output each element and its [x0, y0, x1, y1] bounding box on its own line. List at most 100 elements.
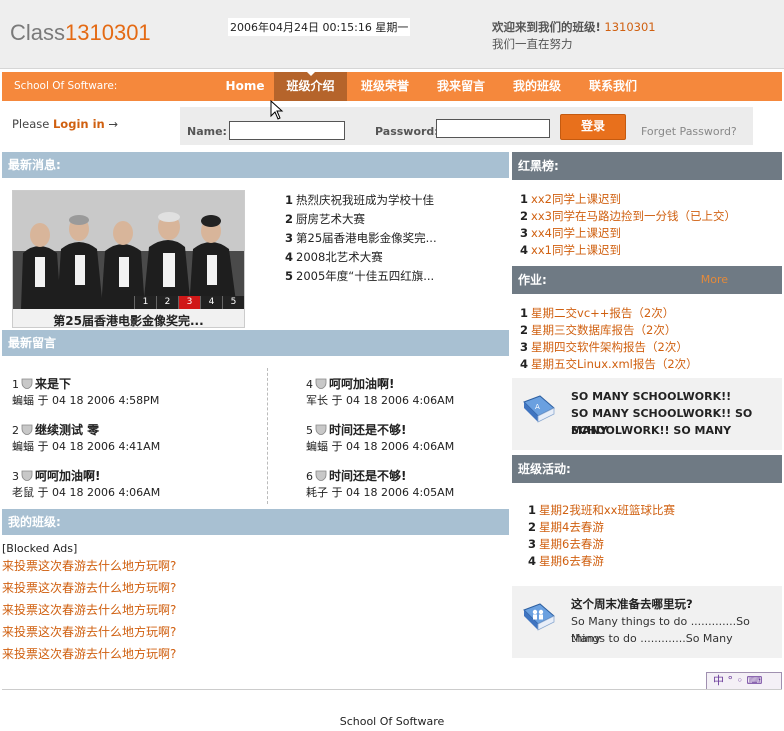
pager-item-1[interactable]: 1 — [134, 296, 156, 309]
myclass-link[interactable]: 来投票这次春游去什么地方玩啊? — [2, 601, 176, 618]
activity-num: 3 — [528, 537, 537, 551]
news-item[interactable]: 5 2005年度“十佳五四红旗... — [285, 267, 437, 286]
message-time: 04 18 2006 4:06AM — [346, 440, 455, 453]
activity-item[interactable]: 4 星期6去春游 — [528, 553, 675, 570]
activity-promo-title: 这个周末准备去哪里玩? — [571, 597, 693, 611]
news-text: 热烈庆祝我班成为学校十佳 — [296, 193, 435, 207]
name-input[interactable] — [229, 121, 345, 140]
message-time: 04 18 2006 4:05AM — [346, 486, 455, 499]
nav-class-honor[interactable]: 班级荣誉 — [350, 72, 420, 101]
pager-item-2[interactable]: 2 — [156, 296, 178, 309]
news-item[interactable]: 2 厨房艺术大赛 — [285, 210, 437, 229]
myclass-link[interactable]: 来投票这次春游去什么地方玩啊? — [2, 557, 176, 574]
nav-my-class[interactable]: 我的班级 — [502, 72, 572, 101]
message-item[interactable]: 4 呵呵加油啊! 军长 于 04 18 2006 4:06AM — [306, 376, 454, 409]
activity-list: 1 星期2我班和xx班篮球比赛 2 星期4去春游 3 星期6去春游 4 星期6去春游 — [528, 502, 675, 570]
message-num: 6 — [306, 470, 313, 483]
message-time: 04 18 2006 4:06AM — [346, 394, 455, 407]
password-input[interactable] — [436, 119, 550, 138]
honor-item[interactable]: 2 xx3同学在马路边捡到一分钱（已上交） — [520, 208, 736, 225]
myclass-header: 我的班级: — [2, 509, 509, 535]
message-item[interactable]: 3 呵呵加油啊! 老鼠 于 04 18 2006 4:06AM — [12, 468, 160, 501]
please-text: Please — [12, 117, 50, 131]
message-sep: 于 — [37, 486, 49, 499]
welcome-block: 欢迎来到我们的班级! 1310301 我们一直在努力 — [492, 19, 656, 53]
nav-contact-us[interactable]: 联系我们 — [578, 72, 648, 101]
message-item[interactable]: 6 时间还是不够! 耗子 于 04 18 2006 4:05AM — [306, 468, 454, 501]
news-item[interactable]: 3 第25届香港电影金像奖完... — [285, 229, 437, 248]
pager-item-4[interactable]: 4 — [200, 296, 222, 309]
activity-num: 2 — [528, 520, 537, 534]
message-item[interactable]: 5 时间还是不够! 蝙蝠 于 04 18 2006 4:06AM — [306, 422, 454, 455]
message-title: 时间还是不够! — [329, 469, 407, 483]
nav-home[interactable]: Home — [218, 72, 272, 101]
activity-text: 星期6去春游 — [539, 537, 604, 551]
message-author: 老鼠 — [12, 486, 34, 499]
login-link[interactable]: Login in — [53, 117, 105, 131]
honor-text: xx4同学上课迟到 — [531, 226, 621, 240]
message-sep: 于 — [331, 486, 343, 499]
pager-item-3[interactable]: 3 — [178, 296, 200, 309]
homework-item[interactable]: 4 星期五交Linux.xml报告（2次） — [520, 356, 698, 373]
activity-item[interactable]: 3 星期6去春游 — [528, 536, 675, 553]
myclass-link[interactable]: 来投票这次春游去什么地方玩啊? — [2, 645, 176, 662]
login-prompt: Please Login in → — [12, 117, 118, 131]
homework-num: 3 — [520, 340, 529, 354]
news-photo[interactable]: 1 2 3 4 5 — [13, 191, 244, 309]
nav-leave-message[interactable]: 我来留言 — [426, 72, 496, 101]
blocked-ads: [Blocked Ads] — [2, 542, 78, 555]
homework-more-link[interactable]: More — [701, 266, 728, 294]
news-list: 1 热烈庆祝我班成为学校十佳 2 厨房艺术大赛 3 第25届香港电影金像奖完... 4… — [285, 191, 437, 286]
ime-toolbar[interactable]: 中 ° ◦ ⌨ — [706, 672, 782, 690]
news-slideshow[interactable]: 1 2 3 4 5 第25届香港电影金像奖完... — [12, 190, 245, 328]
name-label: Name: — [187, 125, 227, 138]
homework-item[interactable]: 1 星期二交vc++报告（2次） — [520, 305, 698, 322]
homework-num: 2 — [520, 323, 529, 337]
myclass-link[interactable]: 来投票这次春游去什么地方玩啊? — [2, 579, 176, 596]
news-photo-caption[interactable]: 第25届香港电影金像奖完... — [13, 312, 244, 329]
site-logo[interactable]: Class1310301 — [10, 20, 151, 46]
news-text: 第25届香港电影金像奖完... — [296, 231, 437, 245]
message-time: 04 18 2006 4:41AM — [52, 440, 161, 453]
homework-text: 星期三交数据库报告（2次） — [531, 323, 677, 337]
message-sep: 于 — [331, 440, 343, 453]
news-text: 厨房艺术大赛 — [296, 212, 366, 226]
message-item[interactable]: 1 来是下 蝙蝠 于 04 18 2006 4:58PM — [12, 376, 159, 409]
news-item[interactable]: 4 2008北艺术大赛 — [285, 248, 437, 267]
message-sep: 于 — [37, 394, 49, 407]
message-author: 耗子 — [306, 486, 328, 499]
pager-item-5[interactable]: 5 — [222, 296, 244, 309]
message-num: 2 — [12, 424, 19, 437]
news-num: 5 — [285, 269, 294, 283]
homework-promo-title: SO MANY SCHOOLWORK!! — [571, 390, 732, 403]
news-item[interactable]: 1 热烈庆祝我班成为学校十佳 — [285, 191, 437, 210]
logo-text: Class — [10, 20, 66, 45]
homework-item[interactable]: 2 星期三交数据库报告（2次） — [520, 322, 698, 339]
activity-item[interactable]: 1 星期2我班和xx班篮球比赛 — [528, 502, 675, 519]
homework-promo-line: SCHOOLWORK!! SO MANY — [571, 424, 732, 437]
forgot-password-link[interactable]: Forget Password? — [641, 125, 737, 138]
welcome-text: 欢迎来到我们的班级! — [492, 20, 601, 34]
slideshow-pager: 1 2 3 4 5 — [134, 296, 244, 309]
messages-header: 最新留言 — [2, 330, 509, 356]
activity-promo: 这个周末准备去哪里玩? So Many things to do .......… — [512, 586, 782, 658]
footer-text: School Of Software — [339, 715, 445, 728]
homework-item[interactable]: 3 星期四交软件架构报告（2次） — [520, 339, 698, 356]
news-num: 2 — [285, 212, 294, 226]
honor-item[interactable]: 3 xx4同学上课迟到 — [520, 225, 736, 242]
honor-item[interactable]: 1 xx2同学上课迟到 — [520, 191, 736, 208]
login-strip: Please Login in → Name: Password: 登录 For… — [2, 103, 782, 148]
homework-title: 作业: — [518, 273, 547, 287]
nav-class-intro[interactable]: 班级介绍 — [274, 71, 347, 101]
news-text: 2008北艺术大赛 — [296, 250, 383, 264]
honor-header: 红黑榜: — [512, 152, 782, 180]
message-item[interactable]: 2 继续测试 零 蝙蝠 于 04 18 2006 4:41AM — [12, 422, 160, 455]
honor-item[interactable]: 4 xx1同学上课迟到 — [520, 242, 736, 259]
activity-item[interactable]: 2 星期4去春游 — [528, 519, 675, 536]
myclass-link[interactable]: 来投票这次春游去什么地方玩啊? — [2, 623, 176, 640]
shield-icon — [315, 378, 327, 389]
login-button[interactable]: 登录 — [560, 114, 626, 140]
homework-promo: A SO MANY SCHOOLWORK!! SO MANY SCHOOLWOR… — [512, 378, 782, 450]
homework-list: 1 星期二交vc++报告（2次） 2 星期三交数据库报告（2次） 3 星期四交软件架构… — [520, 305, 698, 373]
main-nav: School Of Software: Home 班级介绍 班级荣誉 我来留言 … — [2, 71, 782, 101]
